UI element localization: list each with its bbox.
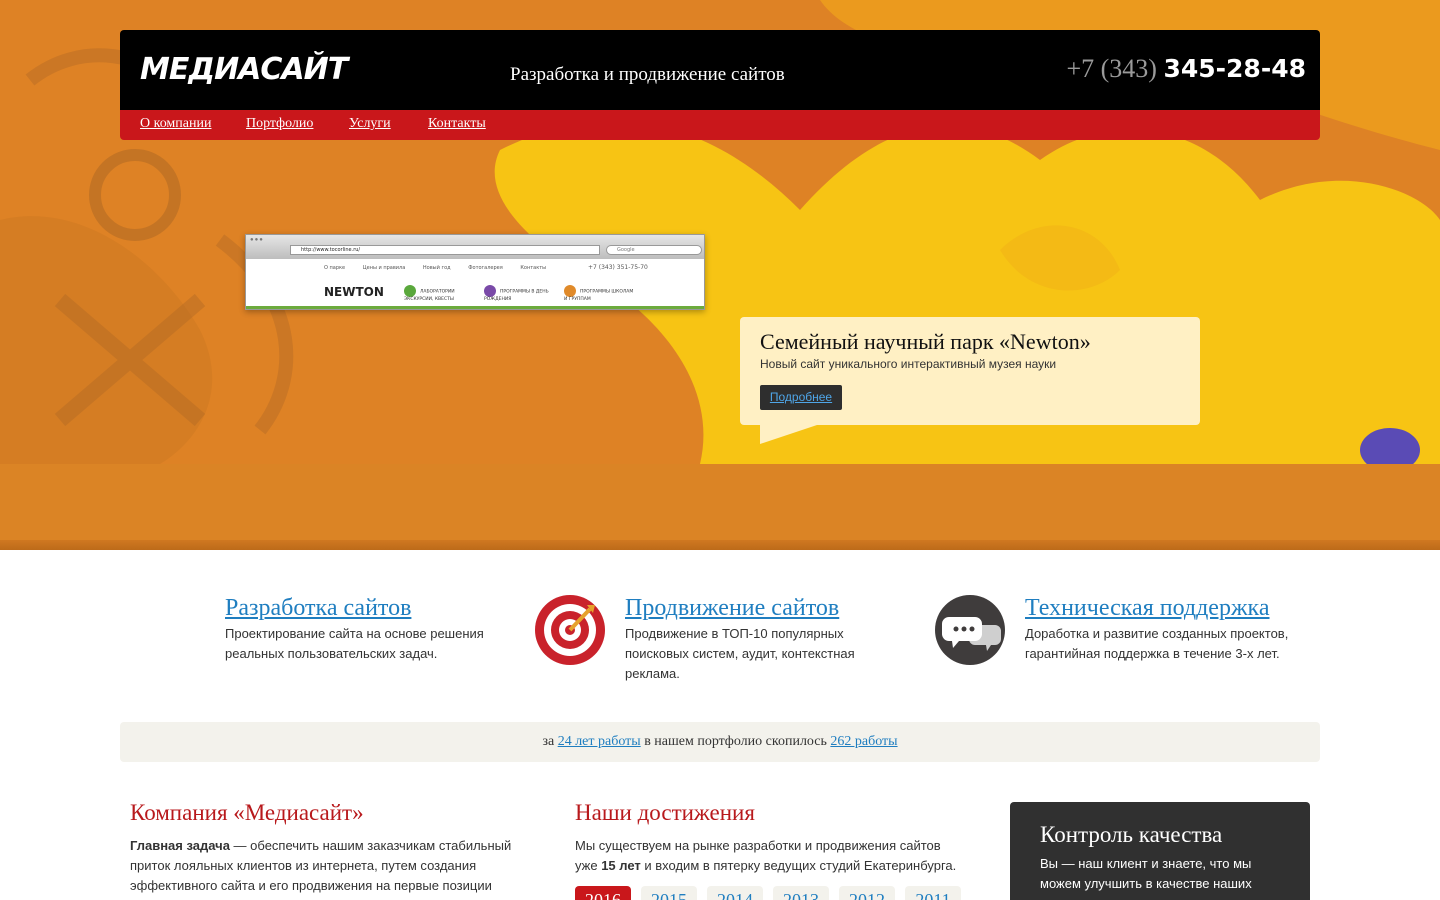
browser-toolbar: ●●● http://www.tocorline.ru/ Google [246, 235, 704, 259]
nav-item-services[interactable]: Услуги [349, 116, 391, 132]
portfolio-stats-bar: за 24 лет работы в нашем портфолио скопи… [120, 722, 1320, 762]
quality-title: Контроль качества [1040, 822, 1223, 847]
preview-service-1: ЛАБОРАТОРИИ ЭКСКУРСИИ, КВЕСТЫ [404, 285, 474, 302]
quality-control-panel: Контроль качества Вы — наш клиент и знае… [1010, 802, 1310, 900]
main-nav: О компании Портфолио Услуги Контакты [120, 110, 1320, 140]
browser-url: http://www.tocorline.ru/ [290, 245, 600, 255]
preview-logo: NEWTON [324, 285, 384, 299]
service-promotion-text: Продвижение в ТОП-10 популярных поисковы… [625, 626, 855, 681]
target-icon [535, 595, 605, 665]
achievements-title: Наши достижения [575, 800, 755, 825]
stats-prefix: за [542, 734, 555, 749]
year-tab-2012[interactable]: 2012 [839, 886, 895, 900]
slide-title: Семейный научный парк «Newton» [760, 329, 1091, 354]
year-tab-2015[interactable]: 2015 [641, 886, 697, 900]
hero-bottom-band [0, 464, 1440, 550]
preview-strip [246, 306, 704, 309]
service-development-link[interactable]: Разработка сайтов [225, 595, 515, 622]
service-promotion-link[interactable]: Продвижение сайтов [625, 595, 885, 622]
site-header: МЕДИАСАЙТ Разработка и продвижение сайто… [120, 30, 1320, 110]
year-tab-2011[interactable]: 2011 [905, 886, 961, 900]
chat-icon [935, 595, 1005, 665]
preview-menu: О парке Цены и правила Новый год Фотогал… [324, 265, 547, 271]
window-controls-icon: ●●● [250, 237, 264, 243]
company-title: Компания «Медиасайт» [130, 800, 364, 825]
year-tab-2014[interactable]: 2014 [707, 886, 763, 900]
bubble-tail [760, 424, 820, 444]
hero-shadow [0, 540, 1440, 550]
nav-item-portfolio[interactable]: Портфолио [246, 116, 313, 132]
phone-code: +7 (343) [1066, 54, 1157, 83]
slide-caption-bubble: Семейный научный парк «Newton» Новый сай… [740, 317, 1200, 425]
preview-phone: +7 (343) 351-75-70 [588, 264, 648, 271]
service-promotion: Продвижение сайтов Продвижение в ТОП-10 … [625, 595, 885, 684]
stats-works-link[interactable]: 262 работы [830, 734, 897, 749]
service-development: Разработка сайтов Проектирование сайта н… [225, 595, 515, 664]
preview-service-2: ПРОГРАММЫ В ДЕНЬ РОЖДЕНИЯ [484, 285, 554, 302]
nav-item-contacts[interactable]: Контакты [428, 116, 486, 132]
service-development-text: Проектирование сайта на основе решения р… [225, 626, 484, 661]
site-tagline: Разработка и продвижение сайтов [510, 64, 785, 85]
service-support-text: Доработка и развитие созданных проектов,… [1025, 626, 1289, 661]
achievements-text: Мы существуем на рынке разработки и прод… [575, 838, 957, 873]
year-tab-2016[interactable]: 2016 [575, 886, 631, 900]
year-tab-2013[interactable]: 2013 [773, 886, 829, 900]
portfolio-browser-preview[interactable]: ●●● http://www.tocorline.ru/ Google О па… [245, 234, 705, 310]
stats-years-link[interactable]: 24 лет работы [558, 734, 641, 749]
stats-middle: в нашем портфолио скопилось [644, 734, 827, 749]
service-support: Техническая поддержка Доработка и развит… [1025, 595, 1315, 664]
service-support-link[interactable]: Техническая поддержка [1025, 595, 1315, 622]
quality-text: Вы — наш клиент и знаете, что мы можем у… [1040, 856, 1252, 891]
phone-number: 345-28-48 [1163, 54, 1306, 83]
achievement-years: 2016 2015 2014 2013 2012 2011 [575, 886, 971, 900]
more-button[interactable]: Подробнее [760, 385, 842, 410]
site-logo[interactable]: МЕДИАСАЙТ [140, 52, 348, 87]
header-phone: +7 (343) 345-28-48 [1066, 54, 1306, 84]
nav-item-about[interactable]: О компании [140, 116, 211, 132]
company-text: Главная задача — обеспечить нашим заказч… [130, 838, 512, 893]
browser-search: Google [606, 245, 702, 255]
slide-subtitle: Новый сайт уникального интерактивный муз… [760, 357, 1057, 371]
preview-service-3: ПРОГРАММЫ ШКОЛАМ И ГРУППАМ [564, 285, 634, 302]
